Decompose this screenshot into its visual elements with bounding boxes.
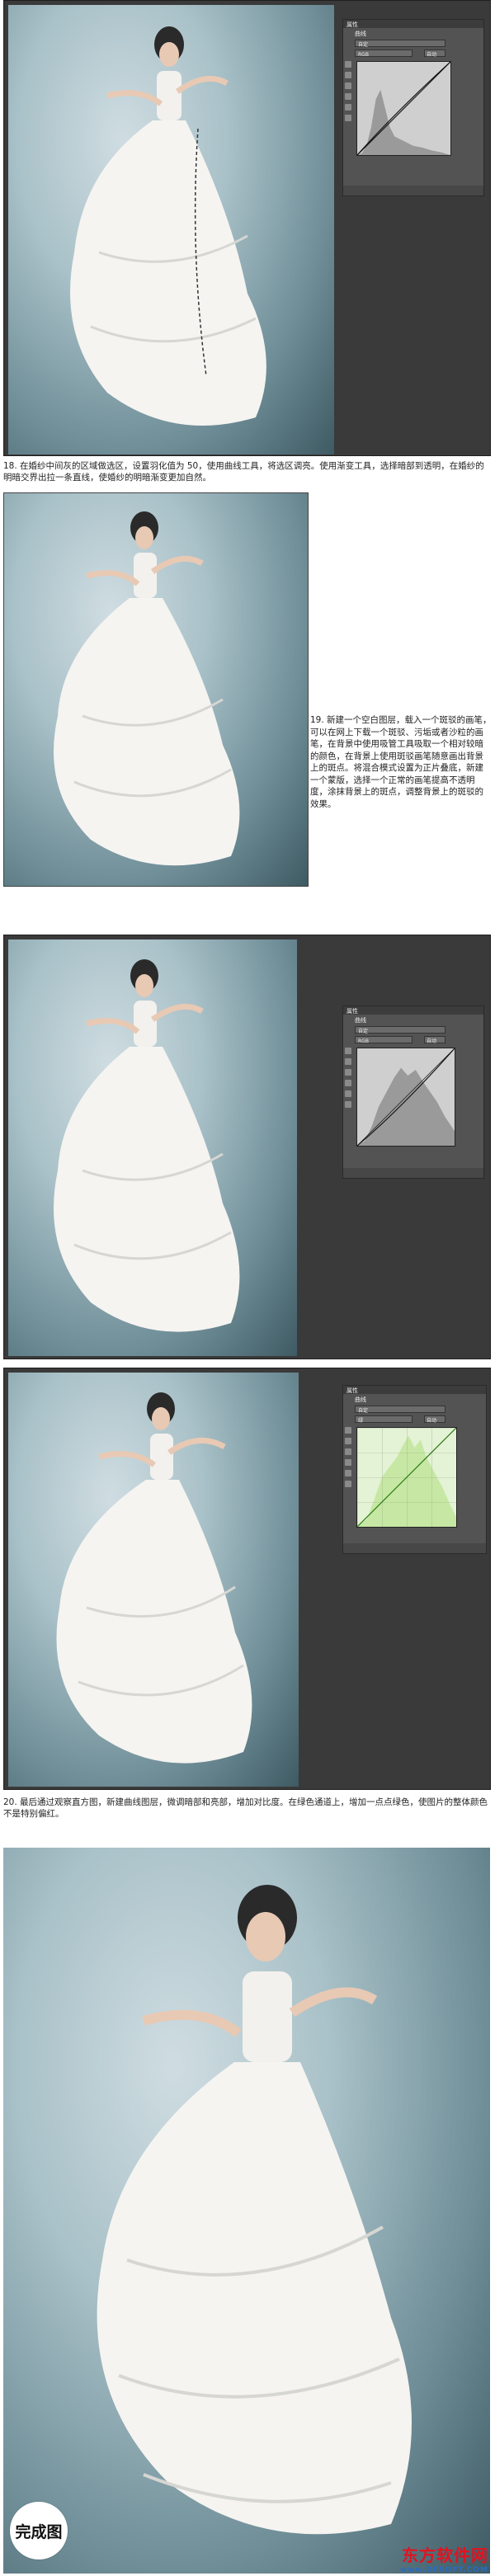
channel-select[interactable]: RGB — [355, 1036, 412, 1044]
step18-caption: 18. 在婚纱中间灰的区域做选区，设置羽化值为 50，使用曲线工具，将选区调亮。… — [3, 461, 484, 483]
preset-value: 自定 — [358, 1408, 369, 1414]
bride-figure — [54, 959, 240, 1332]
curve-point-icon[interactable] — [345, 104, 351, 111]
panel-bottom-bar — [343, 1543, 486, 1553]
pointer-tool-icon[interactable] — [345, 1427, 351, 1434]
panel-tabbar: 属性 — [343, 1006, 483, 1015]
site-watermark: 东方软件网 www.DFSOFT.COM — [400, 2542, 488, 2574]
curve-tools — [345, 1048, 353, 1112]
screenshot-step18: 属性 曲线 自定 RGB 自动 — [3, 0, 491, 456]
panel-tab-properties[interactable]: 属性 — [346, 21, 358, 29]
panel-title: 曲线 — [355, 1017, 366, 1024]
auto-button[interactable]: 自动 — [424, 49, 446, 58]
screenshot-curves-green: 属性 曲线 自定 绿 自动 — [3, 1368, 491, 1790]
panel-tabbar: 属性 — [343, 20, 483, 28]
panel-tab-properties[interactable]: 属性 — [346, 1007, 358, 1015]
channel-select[interactable]: RGB — [355, 49, 412, 58]
curves-panel-step18: 属性 曲线 自定 RGB 自动 — [342, 19, 484, 196]
panel-tab-properties[interactable]: 属性 — [346, 1387, 358, 1395]
preset-select[interactable]: 自定 — [355, 40, 446, 48]
curves-panel-rgb: 属性 曲线 自定 RGB 自动 — [342, 1005, 484, 1179]
panel-title: 曲线 — [355, 1396, 366, 1403]
pointer-tool-icon[interactable] — [345, 1048, 351, 1054]
eyedropper-black-icon[interactable] — [345, 1438, 351, 1444]
curve-tools — [345, 61, 353, 125]
curve-histogram — [357, 1048, 455, 1146]
step20-caption: 20. 最后通过观察直方图，新建曲线图层，微调暗部和亮部，增加对比度。在绿色通道… — [3, 1797, 488, 1819]
auto-button[interactable]: 自动 — [424, 1036, 446, 1044]
eyedropper-white-icon[interactable] — [345, 93, 351, 100]
pencil-icon[interactable] — [345, 115, 351, 121]
screenshot-curves-rgb: 属性 曲线 自定 RGB 自动 — [3, 935, 491, 1359]
curves-panel-green: 属性 曲线 自定 绿 自动 — [342, 1385, 487, 1554]
eyedropper-gray-icon[interactable] — [345, 82, 351, 89]
step19-photo — [3, 492, 309, 887]
eyedropper-gray-icon[interactable] — [345, 1069, 351, 1076]
eyedropper-gray-icon[interactable] — [345, 1448, 351, 1455]
step19-caption: 19. 新建一个空白图层，载入一个斑驳的画笔，可以在网上下载一个斑驳、污垢或者沙… — [310, 715, 492, 809]
watermark-title: 东方软件网 — [402, 2545, 488, 2565]
panel-title: 曲线 — [355, 31, 366, 37]
auto-label: 自动 — [427, 1418, 437, 1424]
auto-label: 自动 — [427, 1038, 437, 1044]
auto-button[interactable]: 自动 — [424, 1415, 446, 1424]
preset-select[interactable]: 自定 — [355, 1406, 446, 1414]
channel-value: RGB — [358, 52, 369, 58]
panel-tabbar: 属性 — [343, 1386, 486, 1394]
bride-figure-final — [97, 1885, 412, 2535]
green-histogram — [357, 1428, 456, 1527]
final-badge: 完成图 — [10, 2502, 68, 2560]
pointer-tool-icon[interactable] — [345, 61, 351, 68]
channel-select[interactable]: 绿 — [355, 1415, 412, 1424]
curve-tools — [345, 1427, 353, 1491]
panel-bottom-bar — [343, 1168, 483, 1178]
curve-point-icon[interactable] — [345, 1090, 351, 1097]
auto-label: 自动 — [427, 52, 437, 58]
bride-photo — [8, 5, 334, 454]
bride-photo — [8, 1373, 299, 1787]
preset-value: 自定 — [358, 1029, 369, 1034]
curve-histogram — [357, 62, 450, 155]
eyedropper-black-icon[interactable] — [345, 72, 351, 78]
eyedropper-white-icon[interactable] — [345, 1080, 351, 1086]
eyedropper-black-icon[interactable] — [345, 1058, 351, 1065]
watermark-url: www.DFSOFT.COM — [399, 2566, 488, 2574]
eyedropper-white-icon[interactable] — [345, 1459, 351, 1466]
channel-value: RGB — [358, 1038, 369, 1044]
bride-figure — [54, 511, 240, 866]
pencil-icon[interactable] — [345, 1481, 351, 1487]
curve-graph-green[interactable] — [356, 1427, 457, 1528]
pencil-icon[interactable] — [345, 1101, 351, 1108]
preset-value: 自定 — [358, 42, 369, 48]
preset-select[interactable]: 自定 — [355, 1026, 446, 1034]
bride-figure — [56, 1392, 252, 1764]
bride-figure — [70, 26, 266, 426]
curve-graph[interactable] — [356, 1048, 455, 1147]
final-photo — [3, 1848, 490, 2574]
panel-bottom-bar — [343, 186, 483, 195]
bride-photo — [8, 940, 297, 1356]
channel-value: 绿 — [358, 1418, 364, 1424]
curve-point-icon[interactable] — [345, 1470, 351, 1476]
curve-graph[interactable] — [356, 61, 451, 156]
